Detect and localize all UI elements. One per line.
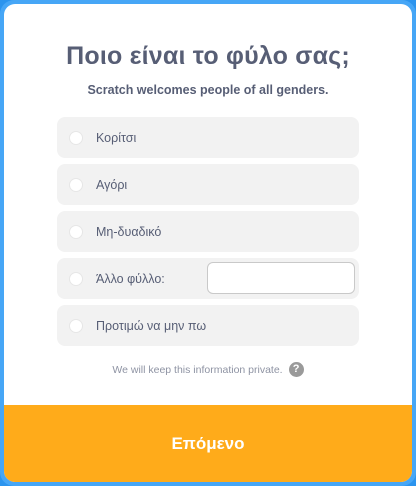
gender-options: Κορίτσι Αγόρι Μη-δυαδικό Άλλο φύλλο: Προ… [57,117,359,352]
option-label: Μη-δυαδικό [96,224,162,239]
modal-frame: Ποιο είναι το φύλο σας; Scratch welcomes… [0,0,416,486]
page-title: Ποιο είναι το φύλο σας; [66,42,350,70]
question-mark-icon[interactable]: ? [288,362,304,377]
other-gender-input[interactable] [207,262,355,294]
option-label: Προτιμώ να μην πω [96,318,207,333]
option-other[interactable]: Άλλο φύλλο: [57,258,359,299]
radio-button[interactable] [69,177,83,192]
option-boy[interactable]: Αγόρι [57,164,359,205]
next-button[interactable]: Επόμενο [4,405,412,482]
gender-modal: Ποιο είναι το φύλο σας; Scratch welcomes… [4,4,412,482]
radio-button[interactable] [69,130,83,145]
option-label: Αγόρι [96,177,128,192]
option-label: Κορίτσι [96,130,137,145]
page-subtitle: Scratch welcomes people of all genders. [87,83,329,97]
privacy-text: We will keep this information private. [112,363,283,376]
radio-button[interactable] [69,318,83,333]
next-button-label: Επόμενο [171,433,245,453]
option-non-binary[interactable]: Μη-δυαδικό [57,211,359,252]
option-label: Άλλο φύλλο: [96,271,165,286]
radio-button[interactable] [69,271,83,286]
radio-button[interactable] [69,224,83,239]
privacy-note: We will keep this information private. ? [4,362,412,377]
option-girl[interactable]: Κορίτσι [57,117,359,158]
option-prefer-not-to-say[interactable]: Προτιμώ να μην πω [57,305,359,346]
